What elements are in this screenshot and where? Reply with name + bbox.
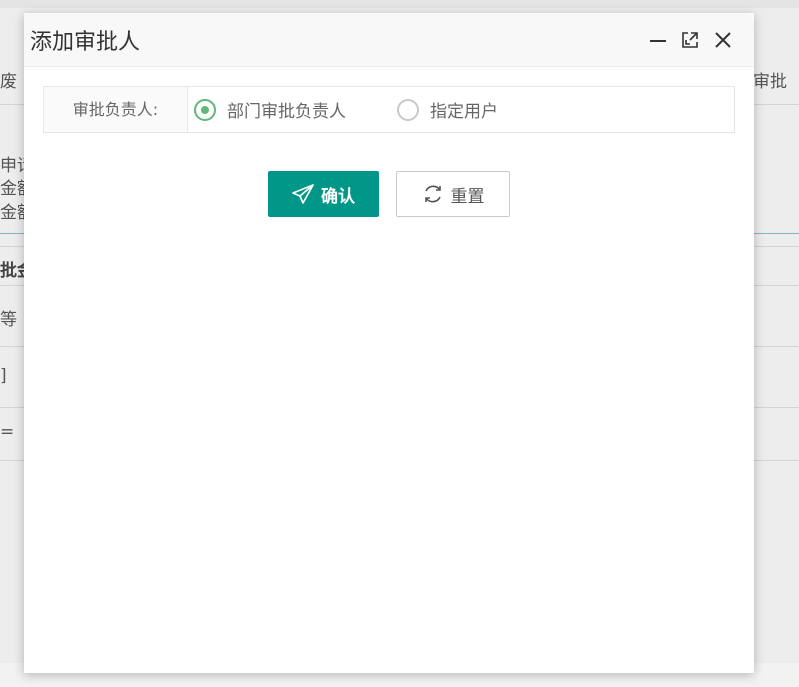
radio-label: 指定用户: [430, 102, 498, 122]
dialog-header: 添加审批人: [24, 13, 754, 67]
reset-label: 重置: [450, 186, 485, 207]
dialog-title: 添加审批人: [30, 30, 141, 55]
radio-specified-user[interactable]: 指定用户: [397, 87, 498, 132]
bg-header-fragment-right: 审批: [753, 72, 787, 92]
confirm-label: 确认: [321, 186, 355, 207]
maximize-icon[interactable]: [679, 29, 701, 51]
approver-form-row: 审批负责人: 部门审批负责人 指定用户: [43, 86, 735, 133]
add-approver-dialog: 添加审批人 审批负责人: 部门审批负责人 指定用户 确认 重置: [24, 13, 754, 673]
close-icon[interactable]: [712, 29, 734, 51]
radio-dept-approver[interactable]: 部门审批负责人: [194, 87, 346, 132]
bg-table-cell-fragment: =: [0, 422, 15, 442]
minimize-icon[interactable]: [647, 29, 669, 51]
bg-table-cell-fragment: ]: [0, 366, 7, 386]
radio-label: 部门审批负责人: [227, 102, 346, 122]
refresh-icon: [422, 183, 444, 205]
bg-table-cell-fragment: 等: [0, 310, 17, 330]
radio-unchecked-icon: [397, 98, 419, 121]
approver-field-label: 审批负责人:: [44, 87, 188, 132]
bg-header-fragment: 废: [0, 72, 17, 92]
radio-checked-icon: [194, 98, 216, 121]
confirm-button[interactable]: 确认: [268, 171, 379, 217]
reset-button[interactable]: 重置: [396, 171, 510, 217]
send-icon: [292, 184, 314, 204]
